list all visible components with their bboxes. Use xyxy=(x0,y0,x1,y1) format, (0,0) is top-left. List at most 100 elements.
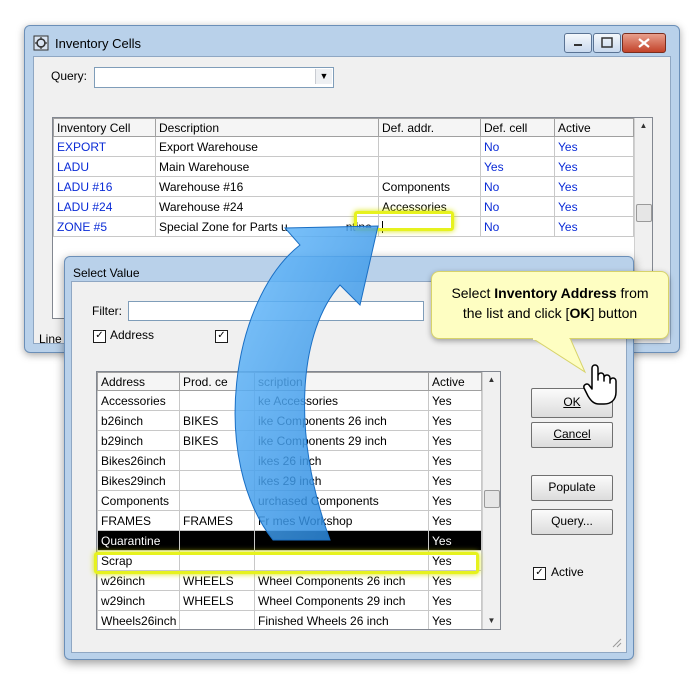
list-cell-address[interactable]: Quarantine xyxy=(97,530,180,551)
list-cell-address[interactable]: Components xyxy=(97,490,180,511)
list-cell-prod[interactable]: BIKES xyxy=(179,410,255,431)
list-cell-active[interactable]: Yes xyxy=(428,610,482,629)
list-cell-active[interactable]: Yes xyxy=(428,450,482,471)
cell-description[interactable]: Warehouse #16 xyxy=(155,176,379,197)
list-cell-address[interactable]: w29inch xyxy=(97,590,180,611)
list-cell-prod[interactable] xyxy=(179,490,255,511)
table-row[interactable]: LADU #24 Warehouse #24 Accessories No Ye… xyxy=(53,196,634,217)
list-item[interactable]: b29inch BIKES ike Components 29 inch Yes xyxy=(97,430,482,451)
list-cell-address[interactable]: Wheels26inch xyxy=(97,610,180,629)
cell-def-cell[interactable]: Yes xyxy=(480,156,555,177)
column-header[interactable]: Address xyxy=(97,372,180,391)
list-item[interactable]: b26inch BIKES ike Components 26 inch Yes xyxy=(97,410,482,431)
list-cell-description[interactable]: ike Components 29 inch xyxy=(254,430,429,451)
table-row[interactable]: EXPORT Export Warehouse No Yes xyxy=(53,136,634,157)
list-cell-address[interactable]: Bikes26inch xyxy=(97,450,180,471)
scroll-up-icon[interactable]: ▲ xyxy=(635,118,652,134)
list-cell-description[interactable]: Fr mes Workshop xyxy=(254,510,429,531)
table-row[interactable]: LADU #16 Warehouse #16 Components No Yes xyxy=(53,176,634,197)
list-cell-active[interactable]: Yes xyxy=(428,390,482,411)
list-cell-prod[interactable] xyxy=(179,470,255,491)
column-header[interactable]: Description xyxy=(155,118,379,137)
cell-def-addr[interactable] xyxy=(378,156,481,177)
list-cell-prod[interactable]: BIKES xyxy=(179,430,255,451)
cell-code[interactable]: EXPORT xyxy=(53,136,156,157)
list-cell-prod[interactable] xyxy=(179,530,255,551)
list-cell-address[interactable]: Bikes29inch xyxy=(97,470,180,491)
list-cell-active[interactable]: Yes xyxy=(428,470,482,491)
list-item[interactable]: w29inch WHEELS Wheel Components 29 inch Yes xyxy=(97,590,482,611)
list-cell-prod[interactable]: WHEELS xyxy=(179,590,255,611)
list-item[interactable]: FRAMES FRAMES Fr mes Workshop Yes xyxy=(97,510,482,531)
column-header[interactable]: Prod. ce xyxy=(179,372,255,391)
cell-active[interactable]: Yes xyxy=(554,216,634,237)
secondary-checkbox[interactable]: ✓ xyxy=(215,330,228,343)
list-item[interactable]: Wheels26inch Finished Wheels 26 inch Yes xyxy=(97,610,482,629)
list-vertical-scrollbar[interactable]: ▲ ▼ xyxy=(482,372,500,629)
list-cell-prod[interactable]: FRAMES xyxy=(179,510,255,531)
list-cell-description[interactable]: ike Components 26 inch xyxy=(254,410,429,431)
cell-def-cell[interactable]: No xyxy=(480,196,555,217)
cancel-button[interactable]: Cancel xyxy=(531,422,613,448)
minimize-button[interactable] xyxy=(564,33,592,53)
cell-def-addr[interactable] xyxy=(378,136,481,157)
list-cell-description[interactable] xyxy=(254,530,429,551)
scroll-thumb[interactable] xyxy=(484,490,500,508)
list-item[interactable]: Accessories ke Accessories Yes xyxy=(97,390,482,411)
list-cell-active[interactable]: Yes xyxy=(428,590,482,611)
address-checkbox[interactable]: ✓ xyxy=(93,330,106,343)
scroll-thumb[interactable] xyxy=(636,204,652,222)
cell-def-cell[interactable]: No xyxy=(480,216,555,237)
list-cell-prod[interactable] xyxy=(179,450,255,471)
list-cell-prod[interactable] xyxy=(179,610,255,629)
list-cell-prod[interactable] xyxy=(179,390,255,411)
list-cell-address[interactable]: b29inch xyxy=(97,430,180,451)
cell-description[interactable]: Special Zone for Parts u ntine xyxy=(155,216,379,237)
list-cell-active[interactable]: Yes xyxy=(428,430,482,451)
column-header[interactable]: Active xyxy=(554,118,634,137)
cell-def-addr[interactable]: Components xyxy=(378,176,481,197)
list-cell-active[interactable]: Yes xyxy=(428,510,482,531)
filter-input[interactable] xyxy=(128,301,424,321)
maximize-button[interactable] xyxy=(593,33,621,53)
list-cell-description[interactable]: urchased Components xyxy=(254,490,429,511)
list-item[interactable]: Bikes26inch ikes 26 inch Yes xyxy=(97,450,482,471)
column-header[interactable]: Active xyxy=(428,372,482,391)
address-list-grid[interactable]: Address Prod. ce scription Active Access… xyxy=(96,371,501,630)
resize-grip-icon[interactable] xyxy=(612,638,622,648)
cell-code[interactable]: LADU xyxy=(53,156,156,177)
cell-description[interactable]: Main Warehouse xyxy=(155,156,379,177)
column-header[interactable]: scription xyxy=(254,372,429,391)
cell-code[interactable]: LADU #24 xyxy=(53,196,156,217)
list-item[interactable]: Components urchased Components Yes xyxy=(97,490,482,511)
chevron-down-icon[interactable]: ▼ xyxy=(315,69,332,84)
cell-code[interactable]: LADU #16 xyxy=(53,176,156,197)
list-item[interactable]: Bikes29inch ikes 29 inch Yes xyxy=(97,470,482,491)
close-button[interactable] xyxy=(622,33,666,53)
cell-code[interactable]: ZONE #5 xyxy=(53,216,156,237)
scroll-up-icon[interactable]: ▲ xyxy=(483,372,500,388)
column-header[interactable]: Def. cell xyxy=(480,118,555,137)
list-cell-address[interactable]: FRAMES xyxy=(97,510,180,531)
cell-def-cell[interactable]: No xyxy=(480,176,555,197)
list-cell-address[interactable]: Accessories xyxy=(97,390,180,411)
list-cell-active[interactable]: Yes xyxy=(428,530,482,551)
cell-active[interactable]: Yes xyxy=(554,176,634,197)
populate-button[interactable]: Populate xyxy=(531,475,613,501)
table-row[interactable]: ZONE #5 Special Zone for Parts u ntine No… xyxy=(53,216,634,237)
cell-active[interactable]: Yes xyxy=(554,156,634,177)
cell-active[interactable]: Yes xyxy=(554,196,634,217)
list-cell-address[interactable]: b26inch xyxy=(97,410,180,431)
list-item[interactable]: Quarantine Yes xyxy=(97,530,482,551)
list-cell-active[interactable]: Yes xyxy=(428,410,482,431)
list-cell-description[interactable]: ikes 26 inch xyxy=(254,450,429,471)
cell-description[interactable]: Warehouse #24 xyxy=(155,196,379,217)
cell-def-cell[interactable]: No xyxy=(480,136,555,157)
column-header[interactable]: Def. addr. xyxy=(378,118,481,137)
list-cell-description[interactable]: ikes 29 inch xyxy=(254,470,429,491)
query-button[interactable]: Query... xyxy=(531,509,613,535)
table-row[interactable]: LADU Main Warehouse Yes Yes xyxy=(53,156,634,177)
query-combobox[interactable]: ▼ xyxy=(94,67,334,88)
list-cell-active[interactable]: Yes xyxy=(428,490,482,511)
cell-active[interactable]: Yes xyxy=(554,136,634,157)
